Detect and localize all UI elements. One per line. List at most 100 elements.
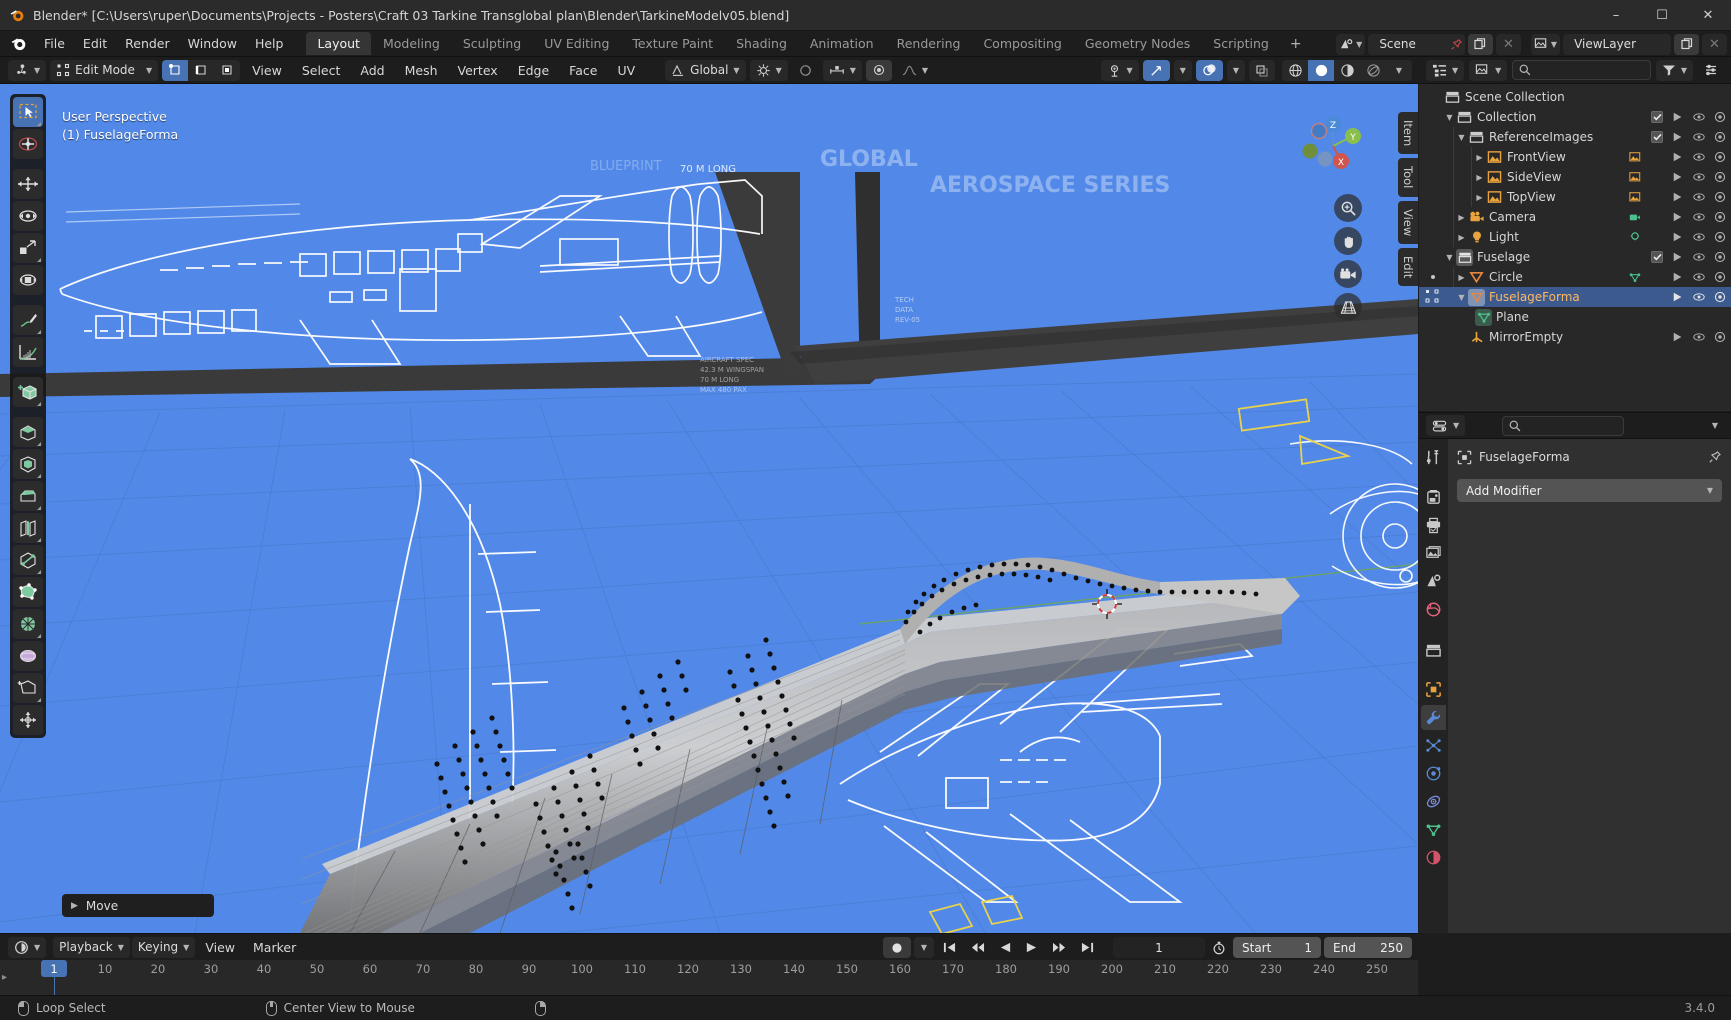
disable-in-viewports-icon[interactable] <box>1672 287 1684 307</box>
tool-tab[interactable] <box>1421 445 1446 470</box>
rip-region-tool[interactable] <box>13 705 43 735</box>
object-tab[interactable] <box>1421 677 1446 702</box>
shear-tool[interactable] <box>13 673 43 703</box>
xray-shading-button[interactable] <box>1249 60 1275 81</box>
viewport-menu-face[interactable]: Face <box>561 60 605 81</box>
hide-in-viewport-icon[interactable] <box>1693 187 1705 207</box>
menu-render[interactable]: Render <box>116 33 179 54</box>
sidebar-tab-view[interactable]: View <box>1398 200 1418 244</box>
disable-in-viewports-icon[interactable] <box>1672 147 1684 167</box>
disable-in-renders-icon[interactable] <box>1714 127 1726 147</box>
disable-in-renders-icon[interactable] <box>1714 327 1726 347</box>
scene-tab[interactable] <box>1421 569 1446 594</box>
overlays-dropdown-button[interactable]: ▼ <box>1226 60 1245 81</box>
disable-in-viewports-icon[interactable] <box>1672 187 1684 207</box>
view-layer-browse-button[interactable]: ▼ <box>1530 33 1561 55</box>
outliner-row-topview[interactable]: ▶ TopView <box>1419 187 1731 207</box>
edge-select-button[interactable] <box>188 60 214 81</box>
navigation-gizmo[interactable]: Z Y X <box>1296 109 1370 183</box>
viewport-menu-vertex[interactable]: Vertex <box>450 60 506 81</box>
outliner-row-camera[interactable]: ▶ Camera <box>1419 207 1731 227</box>
viewport-menu-add[interactable]: Add <box>352 60 392 81</box>
wireframe-shading-button[interactable] <box>1282 60 1308 81</box>
play-button[interactable] <box>1020 937 1043 958</box>
material-preview-button[interactable] <box>1334 60 1360 81</box>
frame-end-field[interactable]: End 250 <box>1324 937 1412 958</box>
outliner-row-sideview[interactable]: ▶ SideView <box>1419 167 1731 187</box>
minimize-button[interactable]: – <box>1593 0 1639 31</box>
proportional-editing-button[interactable] <box>792 60 819 81</box>
shading-dropdown-button[interactable]: ▼ <box>1386 60 1412 81</box>
collection-tab[interactable] <box>1421 637 1446 662</box>
viewport-menu-mesh[interactable]: Mesh <box>397 60 446 81</box>
remove-view-layer-button[interactable]: ✕ <box>1702 33 1727 55</box>
world-tab[interactable] <box>1421 597 1446 622</box>
disable-in-viewports-icon[interactable] <box>1672 207 1684 227</box>
hide-in-viewport-icon[interactable] <box>1693 227 1705 247</box>
toggle-orthographic-button[interactable] <box>1334 293 1362 321</box>
disable-in-renders-icon[interactable] <box>1714 267 1726 287</box>
disable-in-viewports-icon[interactable] <box>1672 127 1684 147</box>
disable-in-renders-icon[interactable] <box>1714 107 1726 127</box>
outliner-filter-button[interactable]: ▼ <box>1655 59 1693 81</box>
exclude-checkbox[interactable] <box>1651 111 1663 123</box>
blender-menu-icon[interactable] <box>10 35 27 52</box>
sidebar-tab-edit[interactable]: Edit <box>1398 247 1418 287</box>
disclosure-triangle-down-icon[interactable]: ▼ <box>1455 127 1468 147</box>
auto-keying-button[interactable] <box>883 937 911 958</box>
exclude-checkbox[interactable] <box>1651 131 1663 143</box>
visibility-selector[interactable]: ▼ <box>1100 60 1139 81</box>
workspace-tab-uv-editing[interactable]: UV Editing <box>533 32 620 55</box>
gizmo-toggle-button[interactable] <box>1142 60 1170 81</box>
disclosure-triangle-right-icon[interactable]: ▶ <box>1473 167 1486 187</box>
workspace-tab-geometry-nodes[interactable]: Geometry Nodes <box>1074 32 1201 55</box>
menu-file[interactable]: File <box>35 33 74 54</box>
frame-start-field[interactable]: Start 1 <box>1233 937 1321 958</box>
annotate-tool[interactable] <box>13 305 43 335</box>
hide-in-viewport-icon[interactable] <box>1693 127 1705 147</box>
disable-in-viewports-icon[interactable] <box>1672 267 1684 287</box>
add-workspace-button[interactable]: + <box>1281 32 1311 56</box>
pin-icon[interactable] <box>1708 450 1722 464</box>
knife-tool[interactable] <box>13 545 43 575</box>
rendered-shading-button[interactable] <box>1360 60 1386 81</box>
add-modifier-button[interactable]: Add Modifier ▼ <box>1457 479 1722 502</box>
workspace-tab-compositing[interactable]: Compositing <box>972 32 1072 55</box>
disclosure-triangle-right-icon[interactable]: ▶ <box>1455 207 1468 227</box>
face-select-button[interactable] <box>214 60 240 81</box>
workspace-tab-rendering[interactable]: Rendering <box>886 32 972 55</box>
hide-in-viewport-icon[interactable] <box>1693 247 1705 267</box>
properties-search-input[interactable] <box>1502 415 1625 436</box>
disclosure-triangle-right-icon[interactable]: ▶ <box>1473 187 1486 207</box>
disable-in-viewports-icon[interactable] <box>1672 107 1684 127</box>
select-box-tool[interactable] <box>13 129 43 159</box>
outliner-row-light[interactable]: ▶ Light <box>1419 227 1731 247</box>
solid-shading-button[interactable] <box>1308 60 1334 81</box>
pan-view-button[interactable] <box>1334 227 1362 255</box>
viewport-menu-edge[interactable]: Edge <box>510 60 557 81</box>
outliner-row-scene-collection[interactable]: Scene Collection <box>1419 87 1731 107</box>
poly-build-tool[interactable] <box>13 577 43 607</box>
outliner-filter-options-button[interactable] <box>1698 60 1724 81</box>
view-layer-tab[interactable] <box>1421 541 1446 566</box>
scene-browse-button[interactable]: ▼ <box>1336 33 1366 55</box>
workspace-tab-animation[interactable]: Animation <box>799 32 885 55</box>
hide-in-viewport-icon[interactable] <box>1693 267 1705 287</box>
gizmo-dropdown-button[interactable]: ▼ <box>1173 60 1192 81</box>
render-tab[interactable] <box>1421 485 1446 510</box>
interaction-mode-selector[interactable]: Edit Mode ▼ <box>50 59 159 81</box>
tweak-tool[interactable] <box>13 97 43 127</box>
move-tool[interactable] <box>13 169 43 199</box>
play-reverse-button[interactable] <box>994 937 1017 958</box>
disclosure-triangle-right-icon[interactable]: ▶ <box>1473 147 1486 167</box>
outliner-row-plane[interactable]: Plane <box>1419 307 1731 327</box>
inset-faces-tool[interactable] <box>13 449 43 479</box>
hide-in-viewport-icon[interactable] <box>1693 287 1705 307</box>
viewport-menu-select[interactable]: Select <box>294 60 349 81</box>
outliner-row-fuselage-collection[interactable]: ▼ Fuselage <box>1419 247 1731 267</box>
playback-menu-button[interactable]: Playback ▼ <box>53 936 130 958</box>
viewport-menu-uv[interactable]: UV <box>609 60 643 81</box>
3d-viewport[interactable]: 70 M LONG AIRCRAFT SPEC 42.3 M WINGSPAN … <box>0 84 1418 933</box>
proportional-falloff-selector[interactable]: ▼ <box>896 60 934 81</box>
modifier-tab[interactable] <box>1421 705 1446 730</box>
